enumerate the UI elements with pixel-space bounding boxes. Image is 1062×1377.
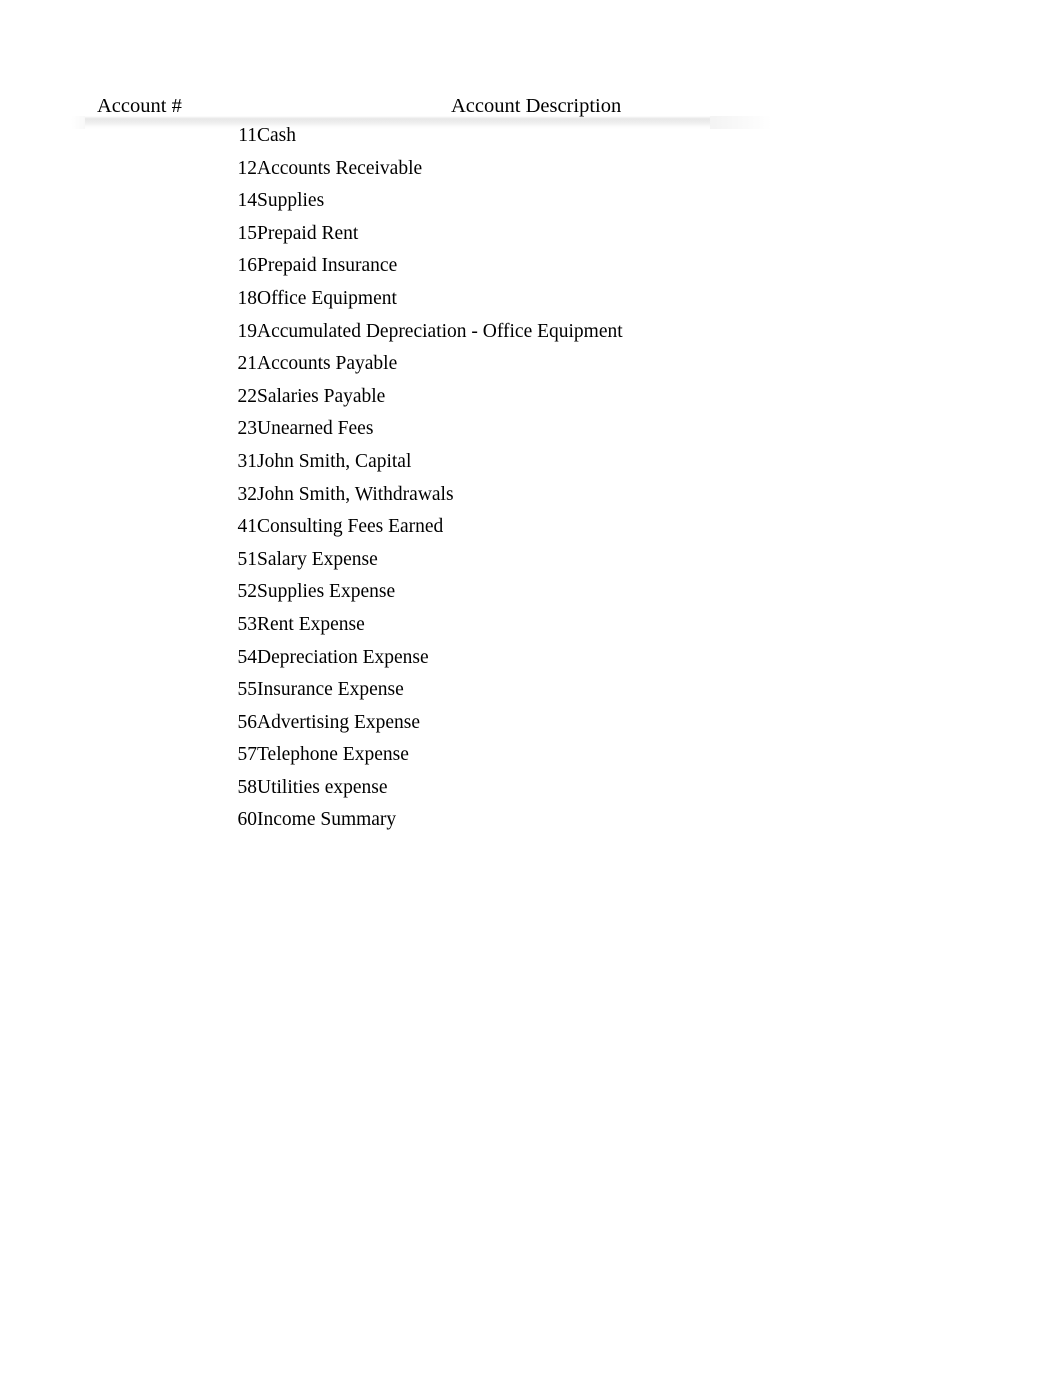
table-row: 15 Prepaid Rent (0, 218, 1062, 251)
cell-account-description: Utilities expense (257, 776, 388, 798)
cell-account-number: 51 (237, 548, 258, 570)
cell-account-number: 12 (237, 157, 258, 179)
table-row: 21 Accounts Payable (0, 348, 1062, 381)
table-row: 41 Consulting Fees Earned (0, 511, 1062, 544)
table-row: 22 Salaries Payable (0, 381, 1062, 414)
table-row: 32 John Smith, Withdrawals (0, 479, 1062, 512)
cell-account-number: 57 (237, 744, 258, 766)
cell-account-number: 32 (237, 483, 258, 505)
cell-account-number: 58 (237, 776, 258, 798)
cell-account-description: Telephone Expense (257, 744, 409, 766)
cell-account-description: Office Equipment (257, 287, 397, 309)
cell-account-description: Consulting Fees Earned (257, 516, 444, 538)
cell-account-description: Income Summary (257, 809, 397, 831)
document-page: Account # Account Description 11 Cash 12 Ac… (0, 0, 1062, 1377)
table-row: 11 Cash (0, 120, 1062, 153)
cell-account-number: 16 (237, 255, 258, 277)
table-row: 16 Prepaid Insurance (0, 250, 1062, 283)
cell-account-description: Salaries Payable (257, 385, 386, 407)
table-row: 55 Insurance Expense (0, 674, 1062, 707)
cell-account-number: 18 (237, 287, 258, 309)
cell-account-description: Insurance Expense (257, 679, 404, 701)
column-header-account-description: Account Description (451, 95, 622, 117)
cell-account-description: Rent Expense (257, 613, 365, 635)
table-row: 53 Rent Expense (0, 609, 1062, 642)
cell-account-number: 19 (237, 320, 258, 342)
cell-account-description: Cash (257, 125, 296, 146)
cell-account-number: 41 (237, 516, 258, 538)
table-row: 18 Office Equipment (0, 283, 1062, 316)
table-row: 56 Advertising Expense (0, 707, 1062, 740)
cell-account-number: 56 (237, 711, 258, 733)
table-row: 12 Accounts Receivable (0, 153, 1062, 186)
cell-account-description: John Smith, Capital (257, 450, 412, 472)
table-row: 14 Supplies (0, 185, 1062, 218)
cell-account-number: 60 (237, 809, 258, 831)
table-row: 54 Depreciation Expense (0, 642, 1062, 675)
table-row: 31 John Smith, Capital (0, 446, 1062, 479)
cell-account-description: Depreciation Expense (257, 646, 429, 668)
table-row: 57 Telephone Expense (0, 739, 1062, 772)
cell-account-number: 52 (237, 581, 258, 603)
cell-account-description: Advertising Expense (257, 711, 421, 733)
column-header-account-number: Account # (97, 95, 182, 117)
cell-account-description: Unearned Fees (257, 418, 374, 440)
cell-account-description: Accounts Receivable (257, 157, 423, 179)
table-row: 23 Unearned Fees (0, 413, 1062, 446)
cell-account-number: 55 (237, 679, 258, 701)
cell-account-number: 21 (237, 353, 258, 375)
cell-account-number: 23 (237, 418, 258, 440)
table-header: Account # Account Description (0, 92, 1062, 120)
cell-account-description: Prepaid Rent (257, 222, 359, 244)
cell-account-description: Prepaid Insurance (257, 255, 398, 277)
table-row: 52 Supplies Expense (0, 576, 1062, 609)
table-row: 58 Utilities expense (0, 772, 1062, 805)
cell-account-number: 11 (238, 125, 257, 146)
cell-account-description: Salary Expense (257, 548, 378, 570)
table-body: 11 Cash 12 Accounts Receivable 14 Supplies 15 P… (0, 120, 1062, 837)
cell-account-description: John Smith, Withdrawals (257, 483, 454, 505)
cell-account-number: 15 (237, 222, 258, 244)
cell-account-number: 54 (237, 646, 258, 668)
cell-account-number: 14 (237, 190, 258, 212)
table-row: 60 Income Summary (0, 804, 1062, 837)
table-row: 51 Salary Expense (0, 544, 1062, 577)
cell-account-number: 31 (237, 450, 258, 472)
cell-account-number: 53 (237, 613, 258, 635)
table-row: 19 Accumulated Depreciation - Office Equi… (0, 316, 1062, 349)
cell-account-description: Supplies (257, 190, 325, 212)
cell-account-description: Accumulated Depreciation - Office Equipm… (257, 320, 623, 342)
cell-account-number: 22 (237, 385, 258, 407)
cell-account-description: Accounts Payable (257, 353, 398, 375)
table-header-row: Account # Account Description (0, 92, 1062, 120)
cell-account-description: Supplies Expense (257, 581, 396, 603)
chart-of-accounts-table: Account # Account Description 11 Cash 12 Ac… (0, 92, 1062, 837)
